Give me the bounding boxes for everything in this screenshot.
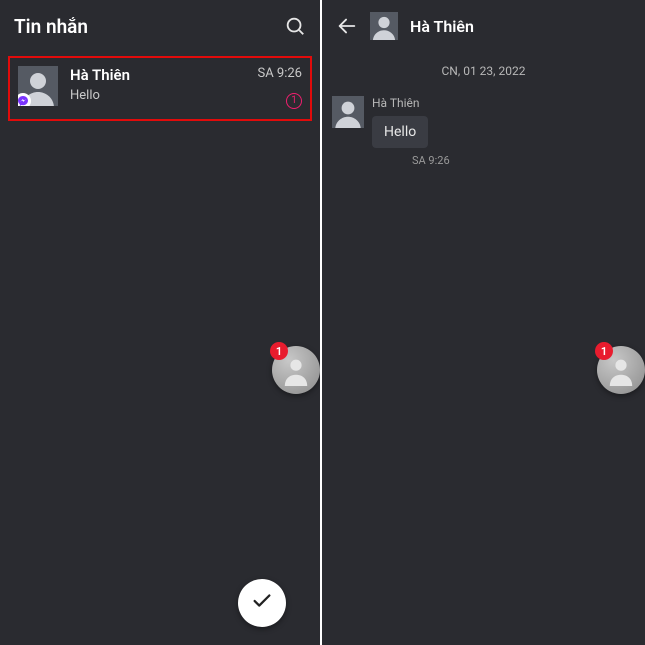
message-bubble[interactable]: Hello <box>372 116 428 148</box>
message-sender: Hà Thiên <box>372 96 450 110</box>
check-icon <box>251 590 273 616</box>
message-row: Hà Thiên Hello SA 9:26 <box>322 96 645 167</box>
conversation-item[interactable]: Hà Thiên Hello SA 9:26 1 <box>8 56 312 121</box>
notification-badge: 1 <box>595 342 613 360</box>
page-title: Tin nhắn <box>14 15 272 38</box>
messages-list-panel: Tin nhắn Hà Thiên Hello <box>0 0 322 645</box>
message-time: SA 9:26 <box>412 154 450 167</box>
chat-header: Hà Thiên <box>322 0 645 52</box>
chat-header-name: Hà Thiên <box>410 17 474 36</box>
conversation-meta: SA 9:26 1 <box>258 66 303 109</box>
header-avatar <box>370 12 398 40</box>
confirm-fab[interactable] <box>238 579 286 627</box>
unread-badge: 1 <box>286 93 302 109</box>
chat-head-bubble[interactable]: 1 <box>272 346 320 394</box>
search-icon[interactable] <box>284 15 306 37</box>
chat-thread-panel: Hà Thiên CN, 01 23, 2022 Hà Thiên Hello … <box>322 0 645 645</box>
notification-badge: 1 <box>270 342 288 360</box>
conversation-name: Hà Thiên <box>70 66 246 86</box>
list-header: Tin nhắn <box>0 0 320 52</box>
conversation-text: Hà Thiên Hello <box>70 66 246 109</box>
messenger-icon <box>18 93 31 106</box>
chat-head-bubble[interactable]: 1 <box>597 346 645 394</box>
date-separator: CN, 01 23, 2022 <box>322 64 645 78</box>
message-column: Hà Thiên Hello SA 9:26 <box>372 96 450 167</box>
conversation-time: SA 9:26 <box>258 66 303 81</box>
conversation-preview: Hello <box>70 88 246 105</box>
avatar <box>18 66 58 106</box>
back-arrow-icon[interactable] <box>336 15 358 37</box>
message-avatar <box>332 96 364 128</box>
